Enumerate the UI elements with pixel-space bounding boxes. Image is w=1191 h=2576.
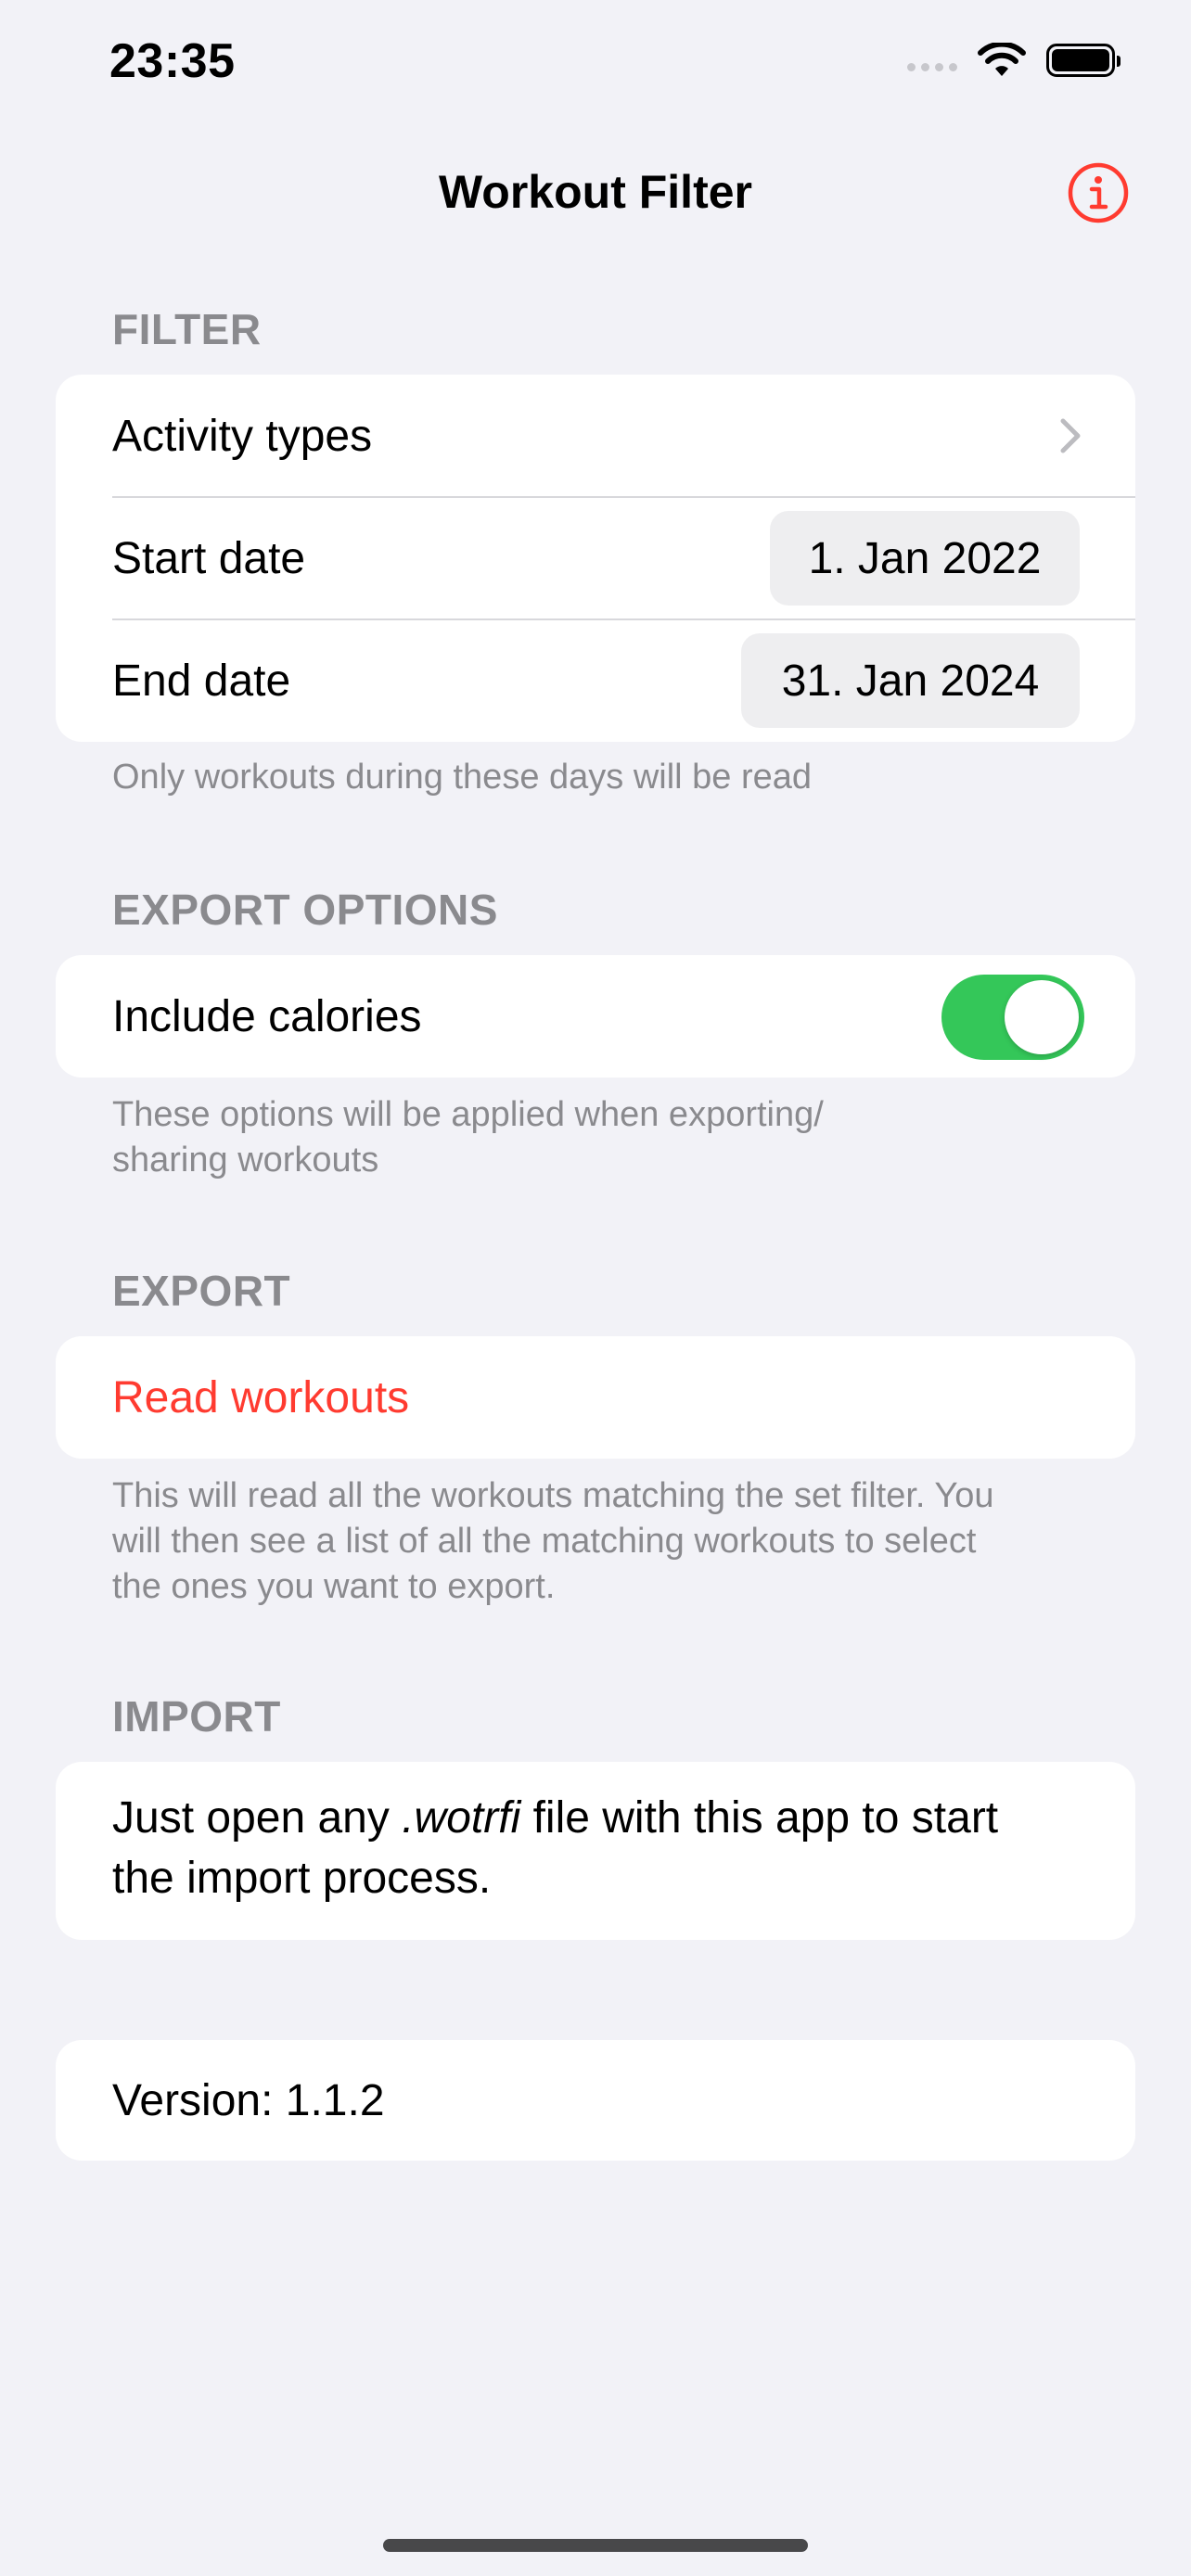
version-label: Version: 1.1.2: [112, 2075, 385, 2125]
export-options-section-header: EXPORT OPTIONS: [112, 886, 498, 934]
export-options-footer-line: sharing workouts: [112, 1141, 379, 1180]
export-card: Read workouts: [56, 1336, 1135, 1459]
status-bar: 23:35: [0, 0, 1191, 139]
status-time: 23:35: [109, 34, 236, 88]
import-instructions: Just open any .wotrfi file with this app…: [112, 1788, 1095, 1908]
export-footer-line: the ones you want to export.: [112, 1567, 556, 1606]
page-title: Workout Filter: [439, 166, 752, 218]
import-text-before: Just open any: [112, 1793, 403, 1843]
filter-section-header: FILTER: [112, 305, 262, 353]
include-calories-row: Include calories: [56, 955, 1135, 1078]
chevron-right-icon: [1060, 418, 1081, 453]
export-footer-line: will then see a list of all the matching…: [112, 1522, 977, 1561]
export-section-header: EXPORT: [112, 1267, 291, 1315]
screen: 23:35 Workout Filter FILTER Activity typ…: [0, 0, 1191, 2576]
filter-card: Activity types Start date 1. Jan 2022 En…: [56, 375, 1135, 742]
filter-footer: Only workouts during these days will be …: [112, 758, 813, 797]
import-section-header: IMPORT: [112, 1692, 281, 1741]
export-footer: This will read all the workouts matching…: [112, 1473, 1095, 1610]
battery-icon: [1046, 44, 1121, 77]
export-options-card: Include calories: [56, 955, 1135, 1078]
info-circle-icon[interactable]: [1067, 161, 1130, 224]
include-calories-label: Include calories: [112, 991, 422, 1041]
import-text-after: file with this app to start: [520, 1793, 999, 1843]
end-date-label: End date: [112, 656, 291, 706]
read-workouts-row[interactable]: Read workouts: [56, 1336, 1135, 1459]
toggle-knob: [1005, 980, 1079, 1054]
activity-types-label: Activity types: [112, 411, 373, 461]
home-indicator: [383, 2539, 808, 2552]
import-instructions-line: Just open any .wotrfi file with this app…: [112, 1788, 1095, 1848]
version-card: Version: 1.1.2: [56, 2040, 1135, 2161]
include-calories-toggle[interactable]: [941, 975, 1084, 1060]
export-options-footer: These options will be applied when expor…: [112, 1092, 1095, 1183]
export-options-footer-line: These options will be applied when expor…: [112, 1095, 824, 1134]
start-date-picker[interactable]: 1. Jan 2022: [770, 511, 1080, 606]
wifi-icon: [978, 43, 1026, 76]
read-workouts-button[interactable]: Read workouts: [112, 1372, 409, 1423]
activity-types-row[interactable]: Activity types: [56, 375, 1135, 497]
status-icons: [907, 43, 1121, 78]
start-date-label: Start date: [112, 533, 306, 583]
file-extension: .wotrfi: [402, 1793, 521, 1843]
start-date-row: Start date 1. Jan 2022: [56, 497, 1135, 619]
end-date-row: End date 31. Jan 2024: [56, 619, 1135, 742]
export-footer-line: This will read all the workouts matching…: [112, 1476, 994, 1515]
version-row: Version: 1.1.2: [56, 2040, 1135, 2161]
end-date-picker[interactable]: 31. Jan 2024: [741, 633, 1080, 728]
import-instructions-line: the import process.: [112, 1854, 492, 1903]
import-card: Just open any .wotrfi file with this app…: [56, 1762, 1135, 1940]
cellular-signal-icon: [907, 62, 957, 71]
